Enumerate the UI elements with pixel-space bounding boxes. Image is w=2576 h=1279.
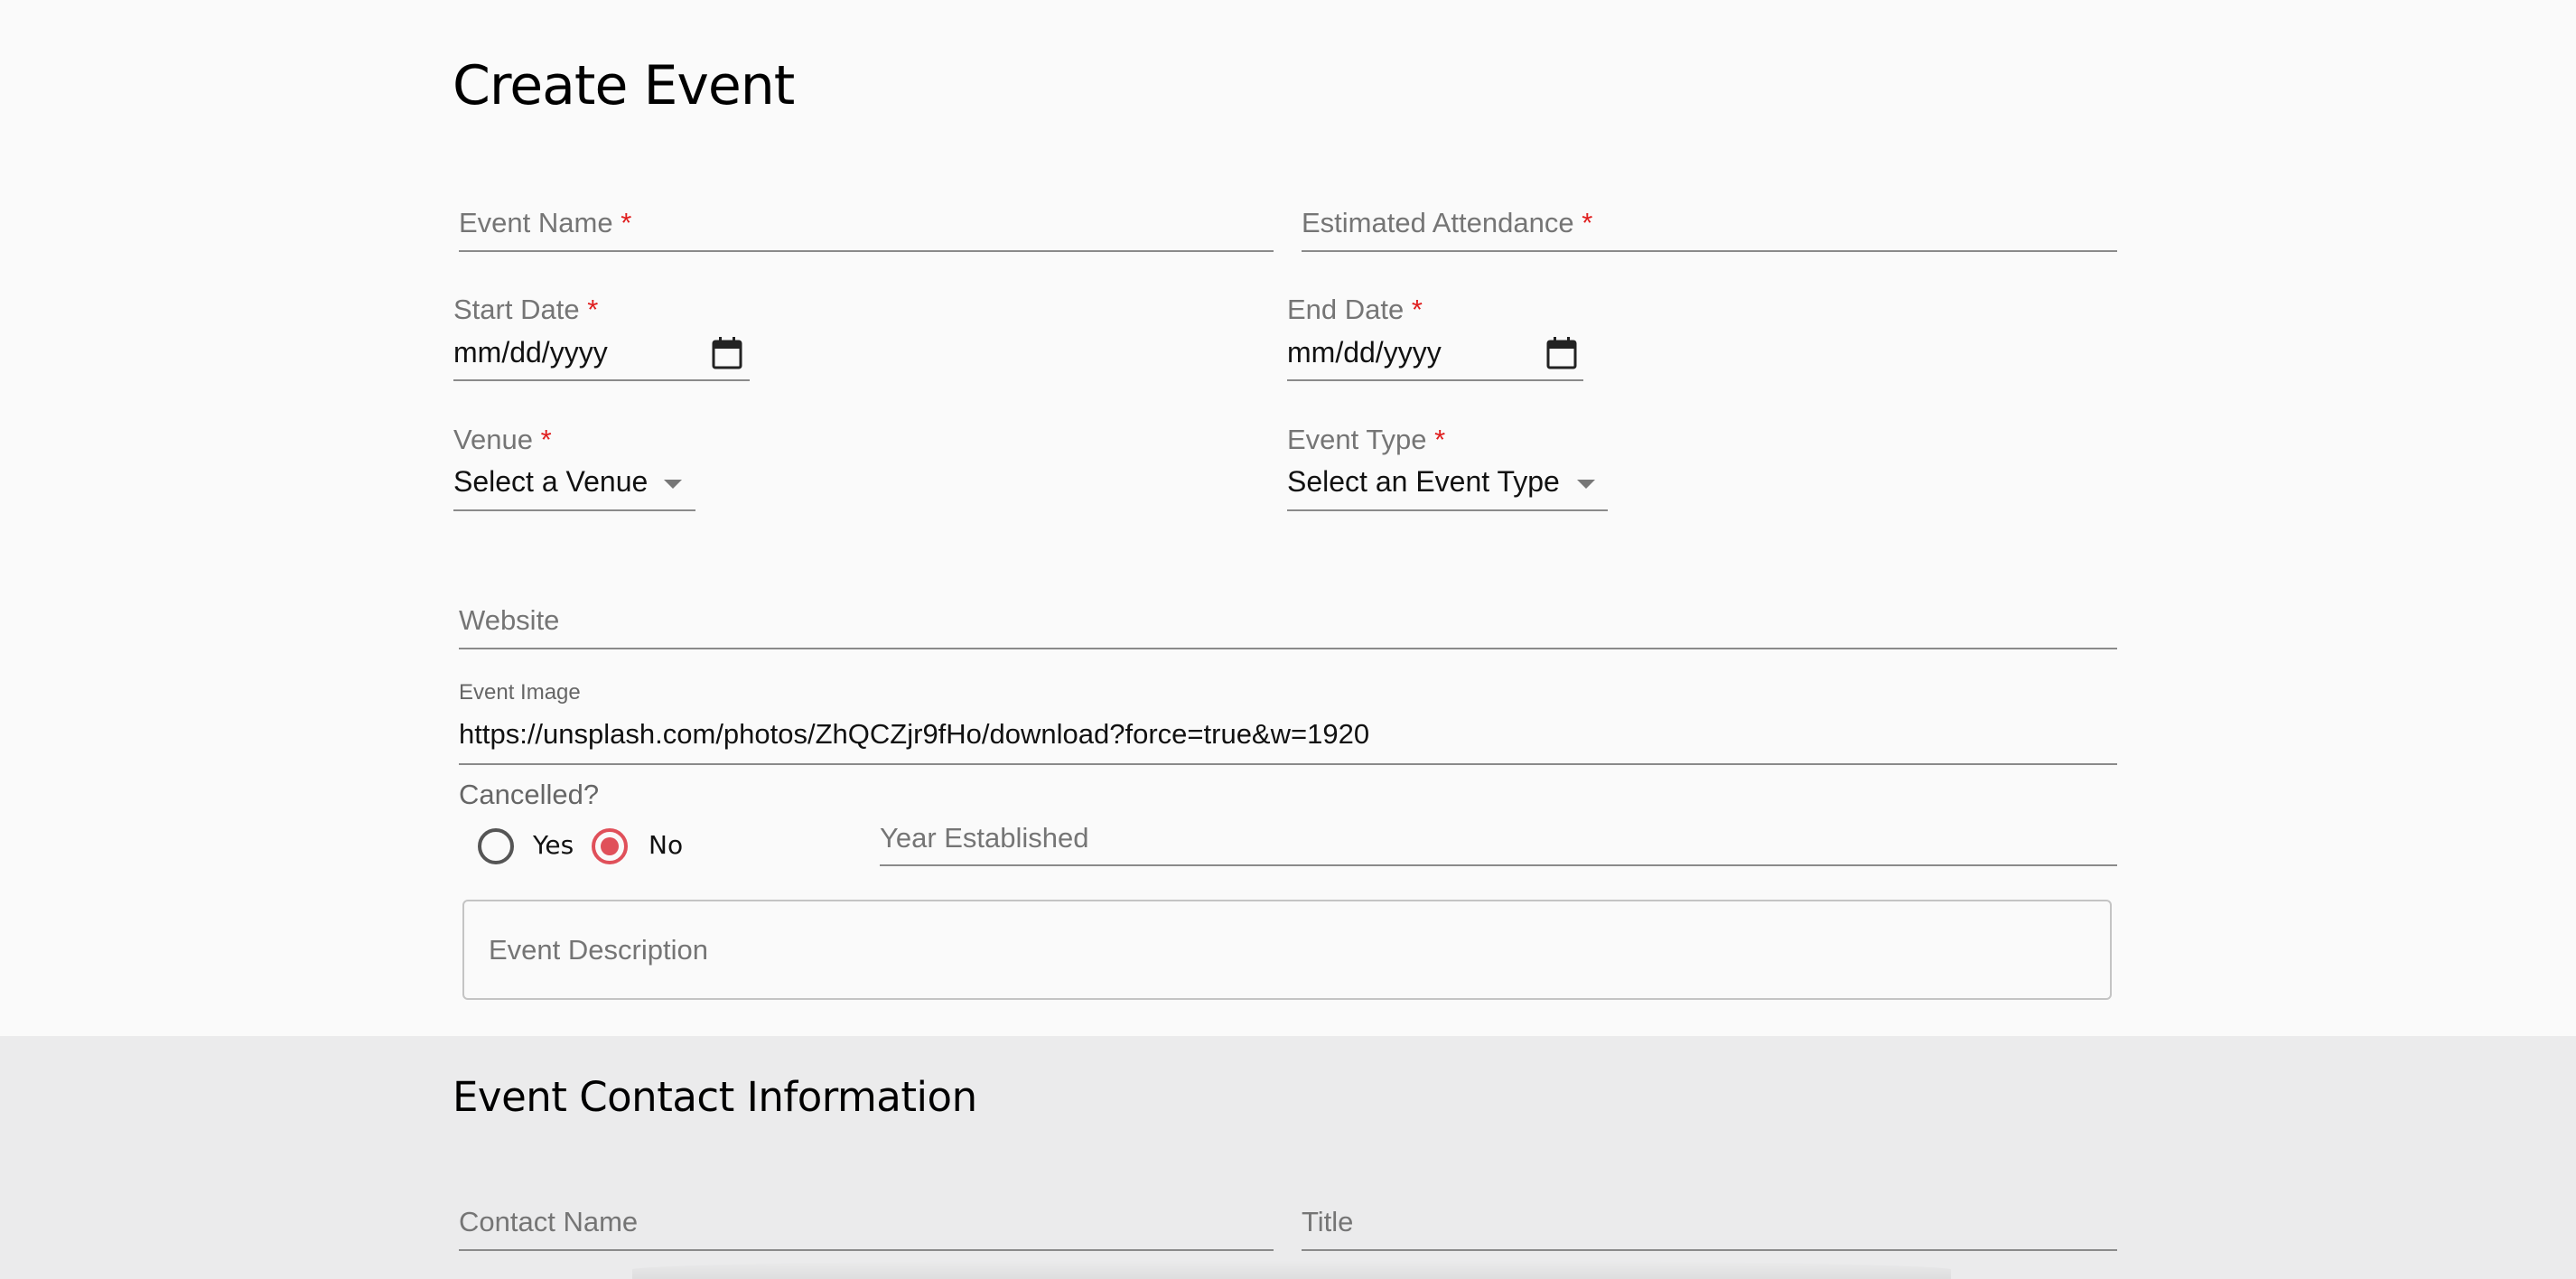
page-title: Create Event <box>453 54 795 117</box>
event-image-input[interactable]: https://unsplash.com/photos/ZhQCZjr9fHo/… <box>459 720 1369 748</box>
website-underline <box>459 648 2117 649</box>
cancelled-no-radio[interactable] <box>592 828 628 864</box>
event-name-underline <box>459 250 1274 252</box>
event-image-underline <box>459 763 2117 765</box>
event-image-label: Event Image <box>459 680 581 705</box>
card-shadow <box>632 1260 1951 1279</box>
contact-section-title: Event Contact Information <box>453 1073 977 1121</box>
event-name-label: Event Name * <box>459 207 632 238</box>
event-type-underline <box>1287 509 1608 511</box>
event-type-select[interactable]: Select an Event Type <box>1287 467 1560 496</box>
start-date-underline <box>453 379 750 381</box>
event-type-label: Event Type * <box>1287 424 1446 455</box>
event-description-textarea[interactable]: Event Description <box>462 900 2112 1000</box>
calendar-icon[interactable] <box>712 337 742 369</box>
start-date-input[interactable]: mm/dd/yyyy <box>453 338 608 367</box>
end-date-label: End Date * <box>1287 294 1423 325</box>
caret-down-icon[interactable] <box>1577 480 1595 489</box>
caret-down-icon[interactable] <box>664 480 682 489</box>
event-description-label: Event Description <box>489 934 708 966</box>
end-date-underline <box>1287 379 1583 381</box>
create-event-page: Create Event Event Name * Estimated Atte… <box>0 0 2576 1279</box>
venue-select[interactable]: Select a Venue <box>453 467 648 496</box>
cancelled-label: Cancelled? <box>459 779 600 810</box>
event-form-section: Create Event Event Name * Estimated Atte… <box>0 0 2576 1036</box>
cancelled-yes-radio[interactable] <box>478 828 514 864</box>
estimated-attendance-underline <box>1302 250 2117 252</box>
end-date-input[interactable]: mm/dd/yyyy <box>1287 338 1442 367</box>
website-label: Website <box>459 604 560 636</box>
year-established-label: Year Established <box>880 822 1089 854</box>
year-established-underline <box>880 864 2117 866</box>
estimated-attendance-label: Estimated Attendance * <box>1302 207 1593 238</box>
start-date-label: Start Date * <box>453 294 599 325</box>
calendar-icon[interactable] <box>1546 337 1577 369</box>
contact-name-underline <box>459 1249 1274 1251</box>
cancelled-no-label[interactable]: No <box>649 833 683 858</box>
event-contact-section <box>0 1036 2576 1279</box>
cancelled-yes-label[interactable]: Yes <box>533 833 574 858</box>
contact-title-underline <box>1302 1249 2117 1251</box>
venue-underline <box>453 509 695 511</box>
venue-label: Venue * <box>453 424 552 455</box>
contact-name-label: Contact Name <box>459 1206 639 1237</box>
contact-title-label: Title <box>1302 1206 1354 1237</box>
